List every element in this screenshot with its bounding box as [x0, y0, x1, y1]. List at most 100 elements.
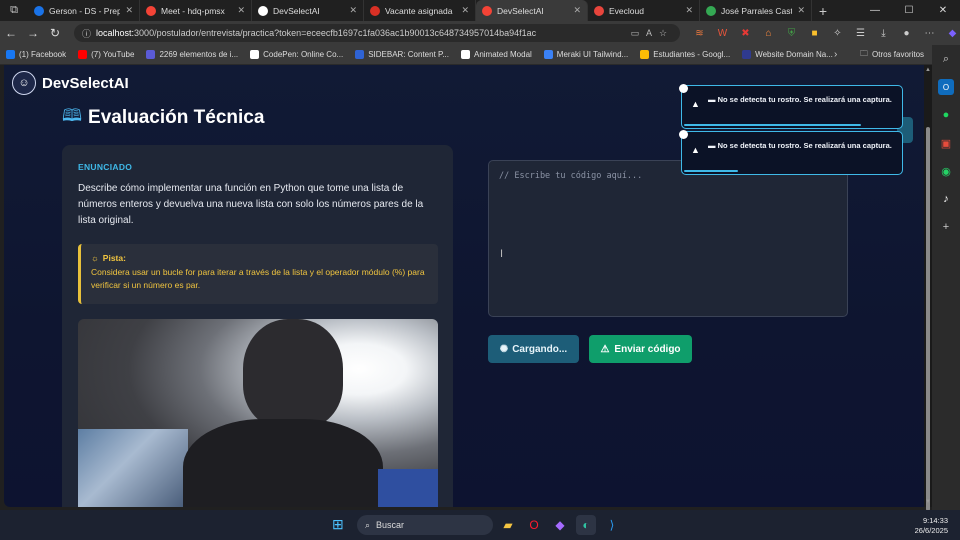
- bookmark-item[interactable]: (7) YouTube: [78, 50, 134, 59]
- extension-home-icon[interactable]: ⌂: [757, 28, 780, 39]
- extension-block-icon[interactable]: ✖: [734, 28, 757, 39]
- favorite-star-icon[interactable]: ☆: [656, 28, 670, 39]
- tab-favicon-icon: [258, 5, 268, 16]
- bookmark-item[interactable]: Estudiantes - Googl...: [640, 50, 730, 59]
- toast-message: No se detecta tu rostro. Se realizará un…: [717, 95, 892, 104]
- tab-close-icon[interactable]: ✕: [797, 5, 805, 16]
- taskbar-search[interactable]: ⌕ Buscar: [357, 515, 493, 535]
- close-window-icon[interactable]: ✕: [926, 0, 960, 21]
- whatsapp-icon[interactable]: ◉: [938, 163, 954, 179]
- workspaces-icon[interactable]: ⧉: [0, 0, 28, 21]
- favorites-icon[interactable]: ☰: [849, 28, 872, 39]
- site-info-icon[interactable]: ⓘ: [82, 27, 91, 40]
- opera-icon[interactable]: O: [524, 515, 544, 535]
- bookmark-item[interactable]: (1) Facebook: [6, 50, 66, 59]
- bookmark-favicon-icon: [146, 50, 156, 59]
- spotify-icon[interactable]: ●: [938, 107, 954, 123]
- minimize-icon[interactable]: —: [858, 0, 892, 21]
- tab-close-icon[interactable]: ✕: [461, 5, 469, 16]
- page-scrollbar[interactable]: ▲ ▼: [924, 65, 932, 511]
- extension-w-icon[interactable]: W: [711, 28, 734, 39]
- hint-label: Pista:: [102, 253, 126, 263]
- system-clock[interactable]: 9:14:33 26/6/2025: [915, 516, 948, 536]
- book-icon: 🕮: [62, 106, 83, 125]
- statement-label: ENUNCIADO: [78, 162, 133, 172]
- bookmark-item[interactable]: CodePen: Online Co...: [250, 50, 343, 59]
- alert-triangle-icon: ▲: [691, 145, 700, 155]
- edge-icon[interactable]: ◐: [576, 515, 596, 535]
- extension-wave-icon[interactable]: ≋: [688, 28, 711, 39]
- read-aloud-icon[interactable]: A: [642, 28, 656, 39]
- copilot-app-icon[interactable]: ◆: [550, 515, 570, 535]
- browser-tab[interactable]: DevSelectAI ✕: [252, 0, 364, 21]
- tiktok-icon[interactable]: ♪: [938, 191, 954, 207]
- face-warning-toast[interactable]: ▲ ▬ No se detecta tu rostro. Se realizar…: [679, 130, 903, 175]
- loading-button[interactable]: ✺ Cargando...: [488, 335, 579, 363]
- tab-close-icon[interactable]: ✕: [125, 5, 133, 16]
- page-title-text: Evaluación Técnica: [88, 106, 265, 128]
- browser-tab[interactable]: Meet - hdq-pmsx ✕: [140, 0, 252, 21]
- scroll-down-icon[interactable]: ▼: [924, 499, 932, 505]
- new-tab-button[interactable]: +: [812, 3, 834, 19]
- bookmarks-overflow-icon[interactable]: ›: [834, 49, 837, 60]
- forward-icon[interactable]: →: [22, 26, 44, 40]
- copilot-icon[interactable]: ◆: [941, 28, 960, 39]
- scroll-up-icon[interactable]: ▲: [924, 67, 932, 73]
- browser-tab[interactable]: Gerson - DS - Prepara ✕: [28, 0, 140, 21]
- browser-tab[interactable]: Vacante asignada ✕: [364, 0, 476, 21]
- bookmark-favicon-icon: [78, 50, 88, 59]
- code-input[interactable]: [489, 161, 847, 316]
- vscode-icon[interactable]: ⟩: [602, 515, 622, 535]
- file-explorer-icon[interactable]: ▰: [498, 515, 518, 535]
- extension-shield-icon[interactable]: ⛨: [780, 28, 803, 39]
- browser-tab[interactable]: José Parrales Castro A ✕: [700, 0, 812, 21]
- statement-card: ENUNCIADO Describe cómo implementar una …: [62, 145, 453, 507]
- tab-title: Gerson - DS - Prepara: [49, 5, 121, 16]
- tab-close-icon[interactable]: ✕: [573, 5, 581, 16]
- bookmark-item[interactable]: Meraki UI Tailwind...: [543, 50, 628, 59]
- outlook-icon[interactable]: O: [938, 79, 954, 95]
- extension-yellow-icon[interactable]: ■: [803, 28, 826, 39]
- bookmark-item[interactable]: Animated Modal: [460, 50, 532, 59]
- toast-progress-bar: [684, 170, 738, 172]
- url-host: localhost:: [96, 28, 135, 38]
- face-warning-toast[interactable]: ▲ ▬ No se detecta tu rostro. Se realizar…: [679, 84, 903, 129]
- camera-icon[interactable]: ▭: [628, 28, 642, 39]
- profile-avatar[interactable]: ●: [895, 28, 918, 39]
- refresh-icon[interactable]: ↻: [44, 26, 66, 40]
- bookmark-item[interactable]: Website Domain Na...: [742, 50, 833, 59]
- extensions-icon[interactable]: ✧: [826, 28, 849, 39]
- app-header: ☺ DevSelectAI: [12, 71, 129, 95]
- more-options-icon[interactable]: ⋯: [918, 28, 941, 39]
- search-icon[interactable]: ⌕: [938, 51, 954, 67]
- maximize-icon[interactable]: ☐: [892, 0, 926, 21]
- bookmark-item[interactable]: SIDEBAR: Content P...: [355, 50, 449, 59]
- tab-close-icon[interactable]: ✕: [237, 5, 245, 16]
- tab-favicon-icon: [146, 5, 156, 16]
- camera-small-icon: ▬: [708, 141, 718, 150]
- browser-tab[interactable]: Evecloud ✕: [588, 0, 700, 21]
- scrollbar-thumb[interactable]: [926, 127, 930, 511]
- browser-tab[interactable]: DevSelectAI ✕: [476, 0, 588, 21]
- code-editor[interactable]: [488, 160, 848, 317]
- other-favorites[interactable]: 🗀 Otros favoritos: [860, 48, 924, 62]
- add-sidebar-icon[interactable]: +: [938, 219, 954, 235]
- tab-title: Meet - hdq-pmsx: [161, 5, 225, 16]
- bookmark-favicon-icon: [355, 50, 365, 59]
- tab-close-icon[interactable]: ✕: [685, 5, 693, 16]
- tab-favicon-icon: [706, 5, 716, 16]
- bookmark-favicon-icon: [543, 50, 553, 59]
- send-code-button[interactable]: ⚠ Enviar código: [589, 335, 692, 363]
- downloads-icon[interactable]: ⤓: [872, 28, 895, 39]
- back-icon[interactable]: ←: [0, 26, 22, 40]
- address-bar[interactable]: ⓘ localhost:3000/postulador/entrevista/p…: [74, 24, 680, 42]
- tab-title: Evecloud: [609, 5, 644, 16]
- url-path: 3000/postulador/entrevista/practica?toke…: [134, 28, 537, 38]
- tab-title: DevSelectAI: [497, 5, 544, 16]
- spinner-icon: ✺: [499, 343, 509, 355]
- office-icon[interactable]: ▣: [938, 135, 954, 151]
- windows-taskbar: ⊞ ⌕ Buscar ▰ O ◆ ◐ ⟩ 9:14:33 26/6/2025: [0, 510, 960, 540]
- tab-close-icon[interactable]: ✕: [349, 5, 357, 16]
- bookmark-item[interactable]: 2269 elementos de i...: [146, 50, 238, 59]
- windows-start-icon[interactable]: ⊞: [332, 516, 344, 533]
